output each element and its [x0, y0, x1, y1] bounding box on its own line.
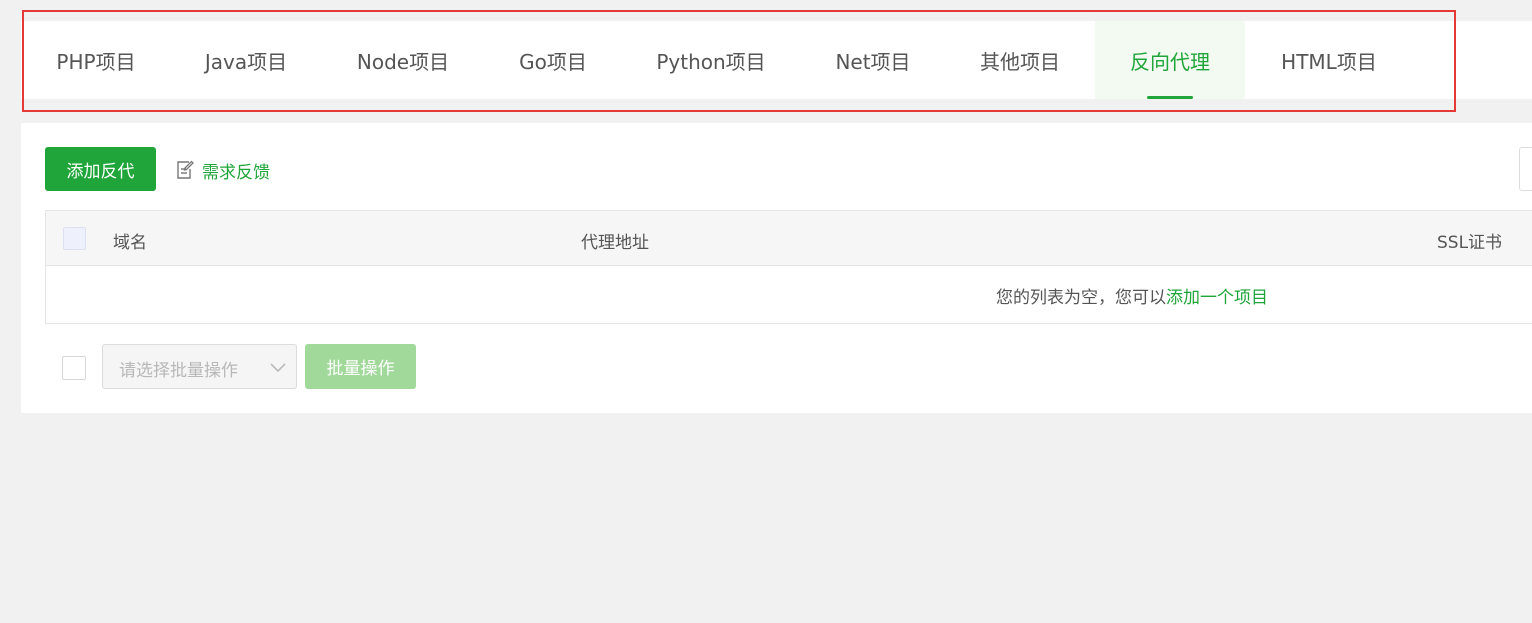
empty-state-message: 您的列表为空，您可以添加一个项目 [996, 283, 1268, 308]
tab-reverse-proxy[interactable]: 反向代理 [1095, 21, 1245, 99]
tab-php[interactable]: PHP项目 [21, 21, 171, 99]
add-reverse-proxy-button[interactable]: 添加反代 [45, 147, 156, 191]
tab-html[interactable]: HTML项目 [1245, 21, 1413, 99]
chevron-down-icon [268, 357, 288, 382]
proxy-table: 域名 代理地址 SSL证书 您的列表为空，您可以添加一个项目 [45, 210, 1532, 324]
reverse-proxy-panel: 添加反代 需求反馈 域名 代理地址 SSL证书 您的列表为空，您可以添加一个项目… [21, 123, 1532, 413]
column-ssl-certificate: SSL证书 [1437, 233, 1503, 253]
batch-operation-button[interactable]: 批量操作 [305, 344, 416, 389]
tab-net[interactable]: Net项目 [801, 21, 945, 99]
tab-java[interactable]: Java项目 [171, 21, 321, 99]
feedback-label: 需求反馈 [202, 162, 270, 183]
add-project-link[interactable]: 添加一个项目 [1166, 288, 1268, 308]
tab-node[interactable]: Node项目 [321, 21, 485, 99]
search-box[interactable] [1519, 147, 1532, 191]
column-domain[interactable]: 域名 [113, 228, 147, 253]
footer-select-all-checkbox[interactable] [62, 356, 86, 380]
tab-python[interactable]: Python项目 [621, 21, 801, 99]
empty-state-row: 您的列表为空，您可以添加一个项目 [46, 266, 1532, 324]
tab-go[interactable]: Go项目 [485, 21, 621, 99]
batch-operation-select[interactable]: 请选择批量操作 [102, 344, 297, 389]
edit-note-icon [176, 160, 194, 180]
feedback-link[interactable]: 需求反馈 [176, 157, 270, 183]
table-header: 域名 代理地址 SSL证书 [46, 211, 1532, 266]
column-proxy-address: 代理地址 [581, 233, 649, 253]
select-all-checkbox[interactable] [63, 227, 86, 250]
tab-other[interactable]: 其他项目 [945, 21, 1095, 99]
batch-select-placeholder: 请选择批量操作 [119, 361, 238, 381]
project-tabs-bar: PHP项目 Java项目 Node项目 Go项目 Python项目 Net项目 … [21, 21, 1532, 99]
empty-state-text: 您的列表为空，您可以 [996, 288, 1166, 308]
